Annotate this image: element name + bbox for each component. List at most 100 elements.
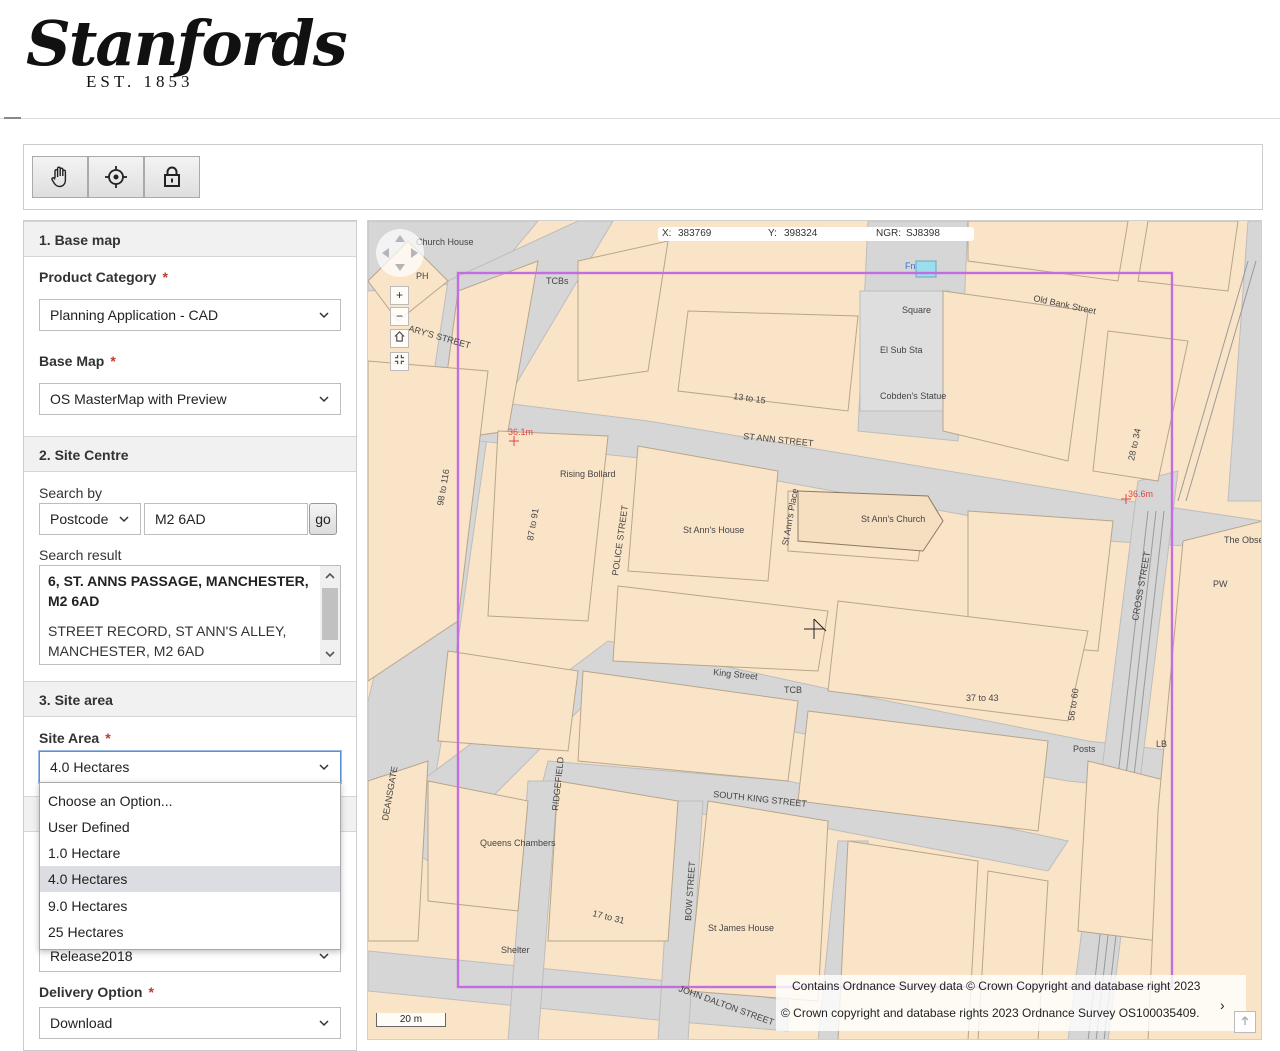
go-button[interactable]: go xyxy=(309,503,337,535)
map-viewer[interactable]: ST ANN STREET King Street SOUTH KING STR… xyxy=(367,220,1262,1040)
result-line: MANCHESTER, M2 6AD xyxy=(48,643,205,659)
result-line: M2 6AD xyxy=(48,593,100,609)
result-line: 6, ST. ANNS PASSAGE, MANCHESTER, xyxy=(48,573,309,589)
product-category-select[interactable]: Planning Application - CAD xyxy=(39,299,341,331)
map-place-label: Rising Bollard xyxy=(560,469,616,479)
delivery-option-value: Download xyxy=(50,1015,113,1031)
base-map-value: OS MasterMap with Preview xyxy=(50,391,227,407)
logo-wordmark: Stanfords xyxy=(26,7,348,80)
map-place-label: Fn xyxy=(905,261,916,271)
fountain xyxy=(915,260,937,278)
option-4-hectares[interactable]: 4.0 Hectares xyxy=(40,866,340,892)
attribution-line: Contains Ordnance Survey data © Crown Co… xyxy=(792,979,1201,993)
section-base-map: 1. Base map xyxy=(24,221,356,257)
option-user-defined[interactable]: User Defined xyxy=(40,814,340,840)
header-dash xyxy=(4,117,21,119)
site-area-dropdown[interactable]: Choose an Option... User Defined 1.0 Hec… xyxy=(39,782,341,950)
map-spot-height: 36.6m xyxy=(1128,489,1153,499)
scroll-up-icon[interactable] xyxy=(324,570,336,582)
base-map-label: Base Map * xyxy=(39,353,116,369)
option-9-hectares[interactable]: 9.0 Hectares xyxy=(40,893,340,919)
map-place-label: LB xyxy=(1156,739,1167,749)
option-25-hectares[interactable]: 25 Hectares xyxy=(40,919,340,945)
map-place-label: El Sub Sta xyxy=(880,345,923,355)
chevron-down-icon xyxy=(319,764,329,771)
map-place-label: St James House xyxy=(708,923,774,933)
map-place-label: Square xyxy=(902,305,931,315)
locate-tool-button[interactable] xyxy=(88,156,144,198)
map-place-label: St Ann's House xyxy=(683,525,744,535)
chevron-down-icon xyxy=(319,312,329,319)
map-place-label: Church House xyxy=(416,237,474,247)
option-1-hectare[interactable]: 1.0 Hectare xyxy=(40,840,340,866)
fullscreen-button[interactable] xyxy=(390,352,409,371)
base-map-select[interactable]: OS MasterMap with Preview xyxy=(39,383,341,415)
coord-ngr-label: NGR: xyxy=(876,228,901,239)
home-icon xyxy=(394,331,405,342)
product-category-value: Planning Application - CAD xyxy=(50,307,219,323)
site-area-label: Site Area * xyxy=(39,730,111,746)
scroll-top-button[interactable] xyxy=(1234,1011,1256,1033)
map-place-label: The Obse xyxy=(1224,535,1262,545)
delivery-option-select[interactable]: Download xyxy=(39,1007,341,1039)
map-place-label: Cobden's Statue xyxy=(880,391,946,401)
search-by-value: Postcode xyxy=(50,511,109,527)
search-result-label: Search result xyxy=(39,547,122,563)
attribution-toggle-icon[interactable]: › xyxy=(1220,997,1225,1013)
map-place-label: Posts xyxy=(1073,744,1096,754)
map-place-label: PW xyxy=(1213,579,1228,589)
map-place-label: St Ann's Church xyxy=(861,514,925,524)
section-site-centre: 2. Site Centre xyxy=(24,436,356,472)
arrow-up-icon xyxy=(1241,1016,1249,1025)
order-form-panel: 1. Base map Product Category * Planning A… xyxy=(23,220,357,1051)
chevron-down-icon xyxy=(119,516,129,523)
site-area-select[interactable]: 4.0 Hectares xyxy=(39,751,341,783)
coord-y-value: 398324 xyxy=(784,228,818,239)
map-place-label: TCB xyxy=(784,685,802,695)
lock-icon xyxy=(164,166,180,187)
map-scale-bar: 20 m xyxy=(376,1013,446,1027)
lock-tool-button[interactable] xyxy=(144,156,200,198)
postcode-input[interactable]: M2 6AD xyxy=(144,503,308,535)
header-divider xyxy=(0,118,1280,119)
release-value: Release2018 xyxy=(50,948,133,964)
result-item-selected[interactable]: 6, ST. ANNS PASSAGE, MANCHESTER, M2 6AD xyxy=(48,571,318,611)
coord-x-value: 383769 xyxy=(678,228,712,239)
result-item[interactable]: STREET RECORD, ST ANN'S ALLEY, MANCHESTE… xyxy=(48,621,318,661)
search-by-label: Search by xyxy=(39,485,103,501)
map-place-label: TCBs xyxy=(546,276,569,286)
zoom-out-button[interactable]: − xyxy=(390,307,409,326)
option-choose[interactable]: Choose an Option... xyxy=(40,788,340,814)
zoom-in-button[interactable]: + xyxy=(390,286,409,305)
map-spot-height: 36.1m xyxy=(508,427,533,437)
stanfords-logo[interactable]: Stanfords EST. 1853 xyxy=(26,12,348,94)
scroll-thumb[interactable] xyxy=(322,588,338,640)
chevron-down-icon xyxy=(319,396,329,403)
fullscreen-collapse-icon xyxy=(394,354,405,365)
search-by-select[interactable]: Postcode xyxy=(39,503,141,535)
map-place-label: 37 to 43 xyxy=(966,693,999,703)
attribution-line: © Crown copyright and database rights 20… xyxy=(781,1006,1200,1020)
delivery-option-label: Delivery Option * xyxy=(39,984,154,1000)
map-place-label: Queens Chambers xyxy=(480,838,556,848)
product-category-label: Product Category * xyxy=(39,269,168,285)
pan-tool-button[interactable] xyxy=(32,156,88,198)
search-result-list[interactable]: 6, ST. ANNS PASSAGE, MANCHESTER, M2 6AD … xyxy=(39,565,341,665)
pan-arrows-icon[interactable] xyxy=(376,229,424,277)
locate-target-icon xyxy=(105,166,127,188)
os-mastermap[interactable]: ST ANN STREET King Street SOUTH KING STR… xyxy=(368,221,1262,1040)
map-street-label: POLICE STREET xyxy=(610,504,630,576)
pan-control[interactable] xyxy=(376,229,424,277)
result-line: STREET RECORD, ST ANN'S ALLEY, xyxy=(48,623,287,639)
scroll-down-icon[interactable] xyxy=(324,648,336,660)
home-button[interactable] xyxy=(390,329,409,348)
result-scrollbar[interactable] xyxy=(320,566,340,664)
coord-ngr-value: SJ8398 xyxy=(906,228,940,239)
coord-y-label: Y: xyxy=(768,228,777,239)
chevron-down-icon xyxy=(319,953,329,960)
coord-x-label: X: xyxy=(662,228,672,239)
map-toolbar xyxy=(23,144,1263,210)
chevron-down-icon xyxy=(319,1020,329,1027)
section-site-area: 3. Site area xyxy=(24,681,356,717)
logo-established: EST. 1853 xyxy=(86,72,194,91)
